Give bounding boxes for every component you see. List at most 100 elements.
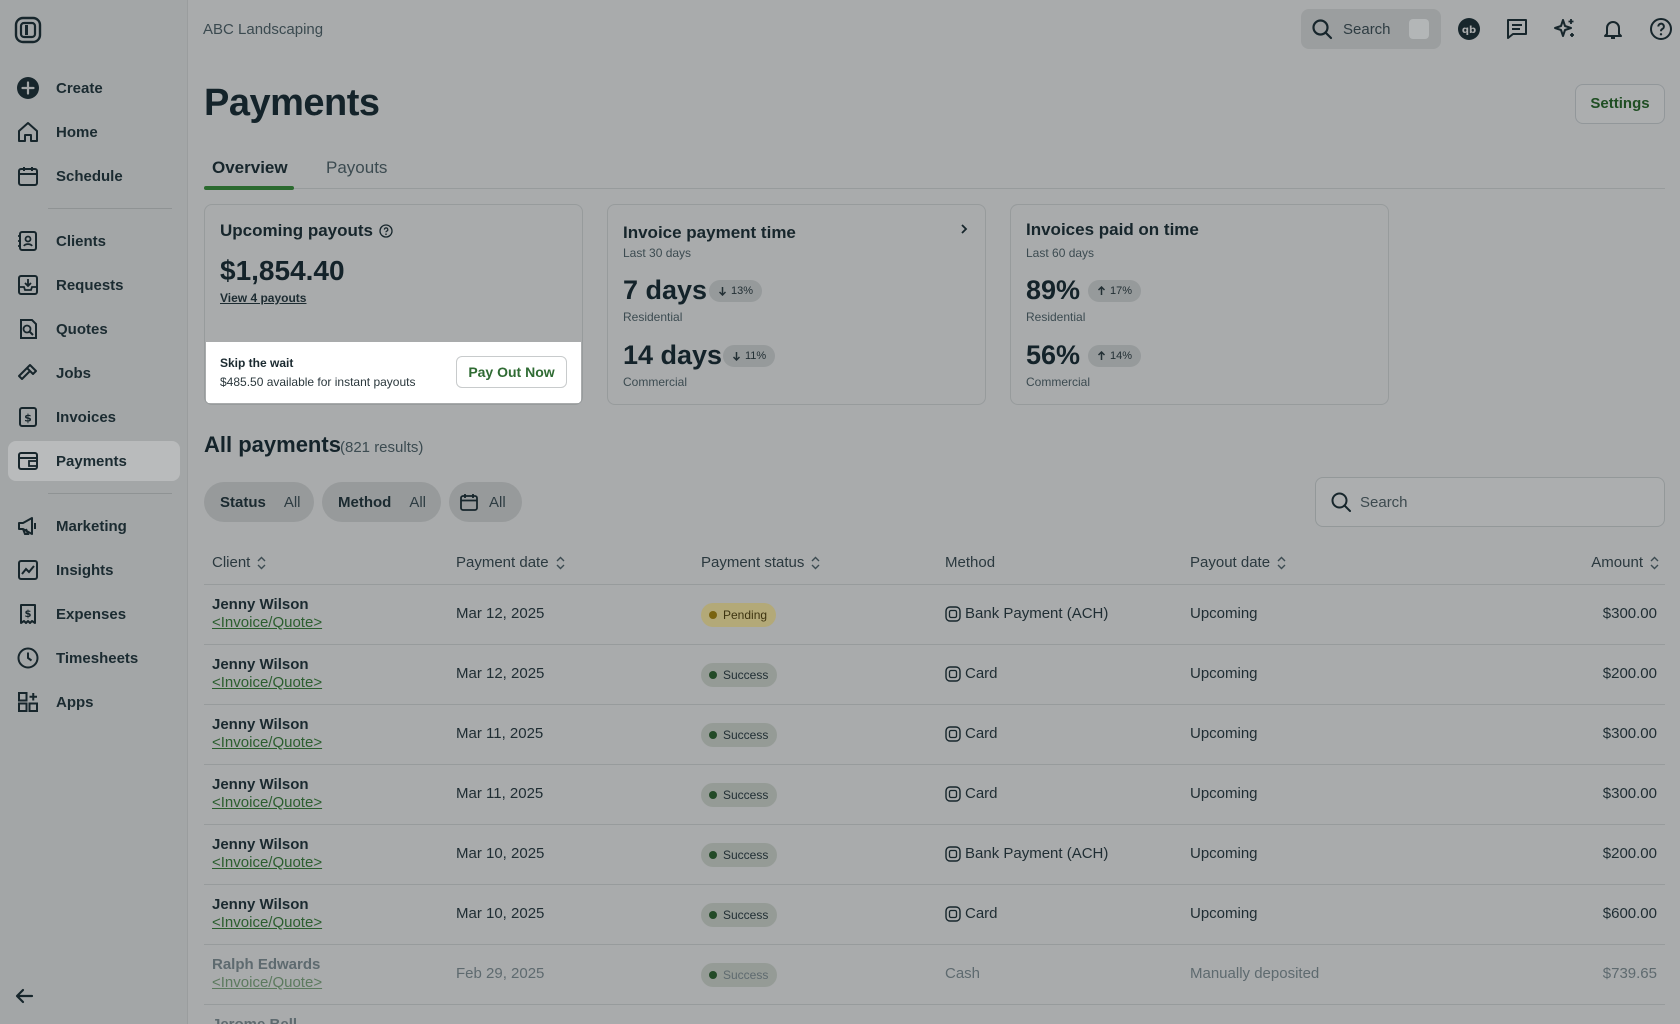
sparkle-assistant-icon[interactable] bbox=[1552, 16, 1578, 42]
sidebar-item-schedule[interactable]: Schedule bbox=[8, 156, 180, 196]
sidebar-item-timesheets[interactable]: Timesheets bbox=[8, 638, 180, 678]
search-icon bbox=[1311, 18, 1333, 40]
info-icon[interactable] bbox=[379, 224, 393, 238]
status-label: Success bbox=[723, 668, 769, 682]
invoice-quote-link[interactable]: <Invoice/Quote> bbox=[212, 794, 322, 811]
page-title: Payments bbox=[204, 82, 380, 124]
client-name: Jenny Wilson bbox=[212, 836, 309, 853]
global-search-button[interactable]: Search bbox=[1301, 9, 1441, 49]
sidebar-item-invoices[interactable]: $ Invoices bbox=[8, 397, 180, 437]
invoice-quote-link[interactable]: <Invoice/Quote> bbox=[212, 914, 322, 931]
table-row[interactable]: Jenny Wilson <Invoice/Quote> Mar 12, 2025 S… bbox=[204, 645, 1665, 705]
calendar-icon bbox=[459, 492, 479, 512]
help-icon[interactable] bbox=[1648, 16, 1674, 42]
table-header: Client Payment date Payment status Metho… bbox=[204, 548, 1665, 585]
invoice-icon: $ bbox=[16, 405, 40, 429]
trend-value: 11% bbox=[745, 350, 767, 362]
sidebar-item-quotes[interactable]: Quotes bbox=[8, 309, 180, 349]
payout-date: Upcoming bbox=[1190, 785, 1258, 802]
sidebar-item-requests[interactable]: Requests bbox=[8, 265, 180, 305]
method-label: Card bbox=[965, 725, 998, 742]
arrow-up-icon bbox=[1097, 351, 1106, 361]
jobber-payments-icon bbox=[945, 785, 961, 802]
payment-amount: $739.65 bbox=[1602, 965, 1657, 982]
notifications-bell-icon[interactable] bbox=[1600, 16, 1626, 42]
sidebar-item-clients[interactable]: Clients bbox=[8, 221, 180, 261]
view-payouts-link[interactable]: View 4 payouts bbox=[220, 291, 306, 305]
company-name[interactable]: ABC Landscaping bbox=[203, 21, 323, 38]
column-header-client[interactable]: Client bbox=[212, 554, 266, 571]
upcoming-payouts-card: Upcoming payouts $1,854.40 View 4 payout… bbox=[204, 204, 583, 405]
sidebar-item-marketing[interactable]: Marketing bbox=[8, 506, 180, 546]
arrow-down-icon bbox=[732, 351, 741, 361]
payments-search-input[interactable] bbox=[1360, 493, 1640, 511]
table-row[interactable]: Jenny Wilson <Invoice/Quote> Mar 10, 2025 S… bbox=[204, 825, 1665, 885]
collapse-sidebar-icon[interactable] bbox=[14, 985, 36, 1007]
sort-icon bbox=[257, 556, 266, 570]
sidebar-item-create[interactable]: Create bbox=[8, 68, 180, 108]
metric-value: 56% bbox=[1026, 340, 1081, 370]
column-header-amount[interactable]: Amount bbox=[1591, 554, 1659, 571]
client-name: Jenny Wilson bbox=[212, 776, 309, 793]
invoice-quote-link[interactable]: <Invoice/Quote> bbox=[212, 974, 322, 991]
jobber-logo-icon[interactable] bbox=[14, 16, 42, 44]
table-row[interactable]: Ralph Edwards <Invoice/Quote> Feb 29, 2025… bbox=[204, 945, 1665, 1005]
payments-search[interactable] bbox=[1315, 477, 1665, 527]
metric-label: Residential bbox=[623, 310, 683, 324]
column-label: Payout date bbox=[1190, 554, 1271, 571]
table-row[interactable]: Jenny Wilson <Invoice/Quote> Mar 11, 2025 S… bbox=[204, 705, 1665, 765]
global-search-label: Search bbox=[1343, 20, 1391, 38]
settings-button[interactable]: Settings bbox=[1575, 84, 1665, 124]
sidebar-item-home[interactable]: Home bbox=[8, 112, 180, 152]
invoice-quote-link[interactable]: <Invoice/Quote> bbox=[212, 854, 322, 871]
table-row[interactable]: Jenny Wilson <Invoice/Quote> Mar 10, 2025 S… bbox=[204, 885, 1665, 945]
sidebar-item-insights[interactable]: Insights bbox=[8, 550, 180, 590]
invoice-quote-link[interactable]: <Invoice/Quote> bbox=[212, 674, 322, 691]
date-filter[interactable]: All bbox=[449, 482, 522, 522]
payout-date: Upcoming bbox=[1190, 905, 1258, 922]
jobber-payments-icon bbox=[945, 905, 961, 922]
method-label: Card bbox=[965, 785, 998, 802]
method-filter[interactable]: Method All bbox=[322, 482, 441, 522]
pay-out-now-button[interactable]: Pay Out Now bbox=[456, 356, 567, 388]
sidebar-item-label: Quotes bbox=[56, 320, 108, 338]
quickbooks-icon[interactable]: qb bbox=[1456, 16, 1482, 42]
table-row[interactable]: Jenny Wilson <Invoice/Quote> Mar 12, 2025 P… bbox=[204, 585, 1665, 645]
invoice-quote-link[interactable]: <Invoice/Quote> bbox=[212, 734, 322, 751]
sidebar-item-expenses[interactable]: $ Expenses bbox=[8, 594, 180, 634]
sidebar-item-label: Create bbox=[56, 79, 103, 97]
tab-payouts[interactable]: Payouts bbox=[326, 158, 387, 178]
status-dot-icon bbox=[709, 671, 717, 679]
column-header-payout-date[interactable]: Payout date bbox=[1190, 554, 1286, 571]
filter-value: All bbox=[409, 493, 426, 511]
table-row[interactable]: Jenny Wilson <Invoice/Quote> Mar 11, 2025 S… bbox=[204, 765, 1665, 825]
client-name: Jenny Wilson bbox=[212, 596, 309, 613]
table-row[interactable]: Jerome Bell bbox=[204, 1005, 1665, 1024]
column-header-payment-date[interactable]: Payment date bbox=[456, 554, 565, 571]
card-title: Invoices paid on time bbox=[1026, 220, 1199, 239]
messages-icon[interactable] bbox=[1504, 16, 1530, 42]
tab-label: Overview bbox=[212, 158, 288, 177]
tab-overview[interactable]: Overview bbox=[212, 158, 288, 178]
status-filter[interactable]: Status All bbox=[204, 482, 314, 522]
payout-date: Upcoming bbox=[1190, 605, 1258, 622]
payments-table-body: Jenny Wilson <Invoice/Quote> Mar 12, 2025 P… bbox=[204, 585, 1665, 1024]
filter-key: Method bbox=[338, 493, 392, 511]
invoice-payment-time-card[interactable]: Invoice payment time Last 30 days 7 days… bbox=[607, 204, 986, 405]
sidebar-item-jobs[interactable]: Jobs bbox=[8, 353, 180, 393]
payment-date: Mar 11, 2025 bbox=[456, 785, 544, 802]
arrow-down-icon bbox=[718, 286, 727, 296]
invoice-quote-link[interactable]: <Invoice/Quote> bbox=[212, 614, 322, 631]
chevron-right-icon[interactable] bbox=[959, 223, 969, 235]
sidebar-item-payments[interactable]: Payments bbox=[8, 441, 180, 481]
instant-payout-title: Skip the wait bbox=[220, 356, 294, 370]
sidebar-item-apps[interactable]: Apps bbox=[8, 682, 180, 722]
column-label: Amount bbox=[1591, 554, 1643, 571]
arrow-up-icon bbox=[1097, 286, 1106, 296]
status-label: Success bbox=[723, 908, 769, 922]
payment-method: Card bbox=[945, 905, 998, 922]
column-header-payment-status[interactable]: Payment status bbox=[701, 554, 820, 571]
payout-date: Manually deposited bbox=[1190, 965, 1320, 982]
clients-icon bbox=[16, 229, 40, 253]
hammer-icon bbox=[16, 361, 40, 385]
